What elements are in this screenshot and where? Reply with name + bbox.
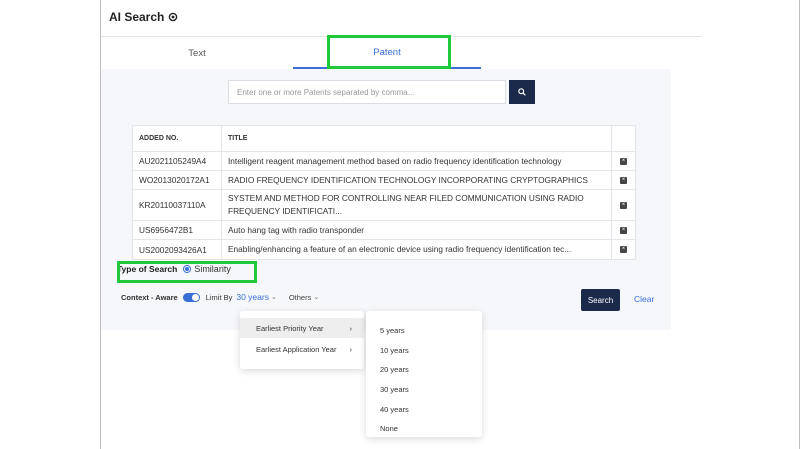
row-action: × <box>612 171 635 189</box>
similarity-radio-option[interactable]: Similarity <box>183 264 231 274</box>
header-title: TITLE <box>222 126 612 151</box>
submenu-item-40-years[interactable]: 40 years <box>366 399 482 419</box>
search-submit-button[interactable] <box>509 80 535 104</box>
chevron-right-icon: › <box>349 344 353 354</box>
menu-item-earliest-priority-year[interactable]: Earliest Priority Year › <box>240 318 364 338</box>
tab-text[interactable]: Text <box>101 37 293 69</box>
remove-icon[interactable]: × <box>620 157 627 165</box>
header-action <box>612 126 635 151</box>
search-row <box>228 80 535 104</box>
row-added-no: KR20110037110A <box>133 190 222 220</box>
clear-button[interactable]: Clear <box>634 294 654 304</box>
chevron-down-icon: ⌄ <box>313 294 320 301</box>
others-dropdown[interactable]: Others ⌄ <box>289 293 319 302</box>
app-title: AI Search <box>109 10 165 24</box>
row-added-no: US6956472B1 <box>133 221 222 239</box>
row-action: × <box>612 190 635 220</box>
radio-selected-icon[interactable] <box>183 265 192 273</box>
table-row: AU2021105249A4 Intelligent reagent manag… <box>133 152 635 171</box>
row-title: Enabling/enhancing a feature of an elect… <box>222 240 612 259</box>
row-title: Auto hang tag with radio transponder <box>222 221 612 239</box>
search-options-row: Context - Aware Limit By 30 years ⌄ Othe… <box>121 292 319 302</box>
page-title: AI Search <box>109 10 178 24</box>
chevron-down-icon: ⌄ <box>270 294 277 301</box>
context-aware-toggle[interactable] <box>182 292 200 302</box>
search-icon <box>518 88 526 96</box>
limit-by-label: Limit By <box>205 292 233 302</box>
search-button[interactable]: Search <box>581 289 620 311</box>
table-row: US2002093426A1 Enabling/enhancing a feat… <box>133 240 635 259</box>
table-row: US6956472B1 Auto hang tag with radio tra… <box>133 221 635 240</box>
row-added-no: AU2021105249A4 <box>133 152 222 170</box>
patent-search-input[interactable] <box>228 80 506 104</box>
limit-by-menu: Earliest Priority Year › Earliest Applic… <box>240 311 364 369</box>
table-row: WO2013020172A1 RADIO FREQUENCY IDENTIFIC… <box>133 171 635 190</box>
limit-by-value: 30 years <box>236 292 269 302</box>
remove-icon[interactable]: × <box>620 226 627 234</box>
menu-item-label: Earliest Priority Year <box>256 323 324 333</box>
table-header-row: ADDED NO. TITLE <box>133 126 635 152</box>
others-label: Others <box>288 292 312 302</box>
row-action: × <box>612 221 635 239</box>
row-action: × <box>612 152 635 170</box>
table-row: KR20110037110A SYSTEM AND METHOD FOR CON… <box>133 190 635 221</box>
refresh-icon[interactable] <box>168 12 178 22</box>
remove-icon[interactable]: × <box>620 176 627 184</box>
context-aware-label: Context - Aware <box>121 292 178 302</box>
menu-item-label: Earliest Application Year <box>256 344 337 354</box>
patent-search-panel: ADDED NO. TITLE AU2021105249A4 Intellige… <box>101 69 671 330</box>
header-added-no: ADDED NO. <box>133 126 222 151</box>
row-action: × <box>612 240 635 259</box>
tab-patent[interactable]: Patent <box>293 37 481 69</box>
submenu-item-30-years[interactable]: 30 years <box>366 380 482 400</box>
chevron-right-icon: › <box>349 323 353 333</box>
remove-icon[interactable]: × <box>620 246 627 253</box>
row-added-no: US2002093426A1 <box>133 240 222 259</box>
row-title: Intelligent reagent management method ba… <box>222 152 612 170</box>
submenu-item-20-years[interactable]: 20 years <box>366 360 482 380</box>
submenu-item-none[interactable]: None <box>366 419 482 439</box>
row-title: SYSTEM AND METHOD FOR CONTROLLING NEAR F… <box>222 190 612 220</box>
limit-by-dropdown[interactable]: 30 years ⌄ <box>236 292 276 302</box>
type-of-search-label: Type of Search <box>117 264 178 274</box>
row-title: RADIO FREQUENCY IDENTIFICATION TECHNOLOG… <box>222 171 612 189</box>
year-submenu: 5 years 10 years 20 years 30 years 40 ye… <box>366 311 482 437</box>
type-of-search: Type of Search Similarity <box>117 264 231 274</box>
menu-item-earliest-application-year[interactable]: Earliest Application Year › <box>240 339 364 359</box>
similarity-label: Similarity <box>194 264 231 274</box>
submenu-item-5-years[interactable]: 5 years <box>366 321 482 341</box>
submenu-item-10-years[interactable]: 10 years <box>366 341 482 361</box>
patent-table: ADDED NO. TITLE AU2021105249A4 Intellige… <box>132 125 636 260</box>
remove-icon[interactable]: × <box>620 201 627 209</box>
tab-bar: Text Patent <box>101 37 671 69</box>
row-added-no: WO2013020172A1 <box>133 171 222 189</box>
